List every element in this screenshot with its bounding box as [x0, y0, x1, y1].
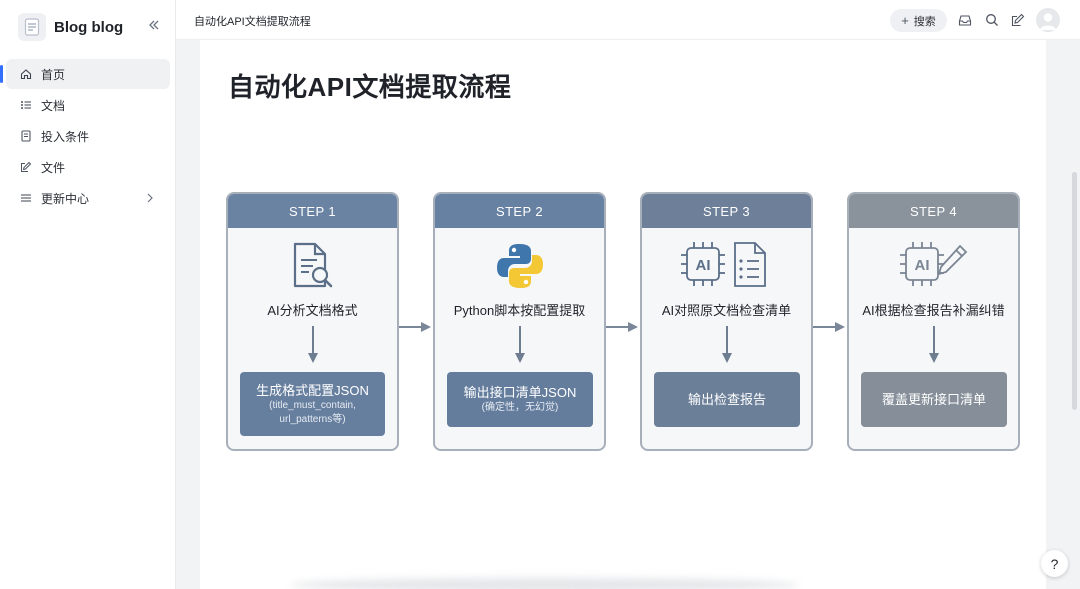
sidebar-item-label: 投入条件	[41, 129, 90, 144]
sidebar-item-conditions[interactable]: 投入条件	[6, 121, 170, 151]
bottom-shadow	[290, 578, 800, 589]
svg-text:AI: AI	[914, 257, 929, 274]
step-output-box: 输出检查报告	[654, 372, 800, 427]
step-card-2: STEP 2 Python脚本按配置提取 输出接口清单JSON (确定性，无幻觉…	[433, 192, 606, 451]
search-icon[interactable]	[985, 13, 999, 27]
help-button[interactable]: ?	[1041, 550, 1068, 577]
step-card-1: STEP 1 AI分析文档格式 生成格式配置JSON (title_must_c…	[226, 192, 399, 451]
step-output-box: 输出接口清单JSON (确定性，无幻觉)	[447, 372, 593, 427]
chevron-right-icon[interactable]	[144, 192, 156, 204]
arrow-right-icon	[399, 322, 431, 332]
brand-name: Blog blog	[54, 18, 124, 36]
list-icon	[20, 99, 32, 111]
step-label: AI分析文档格式	[267, 303, 358, 318]
step-card-3: STEP 3 AI AI对照原文档检查清单 输出检查报告	[640, 192, 813, 451]
avatar[interactable]	[1036, 8, 1060, 32]
menu-icon	[20, 192, 32, 204]
edit-icon[interactable]	[1011, 13, 1025, 27]
doc-title: 自动化API文档提取流程	[194, 16, 311, 28]
document-search-icon	[228, 240, 397, 292]
sidebar-item-label: 首页	[41, 67, 66, 82]
sidebar-nav: 首页 文档 投入条件 文件 更新中心	[0, 59, 170, 214]
sidebar-item-label: 文档	[41, 98, 66, 113]
step-header: STEP 1	[228, 194, 397, 228]
arrow-down-icon	[929, 326, 939, 363]
inbox-icon[interactable]	[958, 13, 972, 27]
sidebar-item-docs[interactable]: 文档	[6, 90, 170, 120]
search-button[interactable]: + 搜索	[890, 9, 947, 32]
search-button-label: 搜索	[913, 15, 936, 28]
edit-icon	[20, 161, 32, 173]
step-output-box: 覆盖更新接口清单	[861, 372, 1007, 427]
step-output-main: 生成格式配置JSON	[256, 382, 369, 398]
step-output-main: 输出接口清单JSON	[463, 385, 577, 400]
ai-chip-and-checklist-icon: AI	[642, 240, 811, 292]
home-icon	[20, 68, 32, 80]
step-label: Python脚本按配置提取	[453, 303, 586, 318]
step-label: AI根据检查报告补漏纠错	[862, 303, 1005, 318]
arrow-down-icon	[515, 326, 525, 363]
page-title: 自动化API文档提取流程	[228, 72, 512, 102]
step-output-box: 生成格式配置JSON (title_must_contain, url_patt…	[240, 372, 385, 436]
sidebar-item-update-center[interactable]: 更新中心	[6, 183, 170, 213]
svg-text:AI: AI	[695, 257, 710, 274]
step-output-sub: (title_must_contain,	[269, 399, 356, 411]
arrow-right-icon	[813, 322, 845, 332]
collapse-sidebar-button[interactable]	[146, 17, 162, 33]
step-output-main: 覆盖更新接口清单	[881, 392, 986, 407]
ai-chip-and-pencil-icon: AI	[849, 240, 1018, 292]
user-avatar-icon	[1040, 13, 1056, 30]
sidebar-item-label: 文件	[41, 160, 66, 175]
step-output-sub: url_patterns等)	[279, 413, 346, 425]
double-chevron-left-icon	[149, 20, 159, 30]
plus-icon: +	[901, 13, 909, 28]
step-output-sub: (确定性，无幻觉)	[481, 402, 559, 413]
arrow-down-icon	[308, 326, 318, 363]
brand-logo-icon	[18, 13, 46, 41]
step-output-main: 输出检查报告	[687, 392, 766, 407]
step-header: STEP 4	[849, 194, 1018, 228]
scrollbar[interactable]	[1072, 172, 1077, 410]
sidebar-item-home[interactable]: 首页	[0, 59, 170, 89]
step-header: STEP 2	[435, 194, 604, 228]
sidebar-item-label: 更新中心	[41, 191, 90, 206]
topbar: 自动化API文档提取流程 + 搜索	[176, 0, 1080, 40]
arrow-right-icon	[606, 322, 638, 332]
step-header: STEP 3	[642, 194, 811, 228]
step-label: AI对照原文档检查清单	[661, 303, 792, 318]
step-card-4: STEP 4 AI AI根据检查报告补漏纠错 覆盖更新接口清单	[847, 192, 1020, 451]
arrow-down-icon	[722, 326, 732, 363]
python-logo	[435, 240, 604, 292]
sidebar: Blog blog 首页 文档 投入条件 文件 更新中心	[0, 0, 176, 589]
document-icon	[20, 130, 32, 142]
sidebar-item-files[interactable]: 文件	[6, 152, 170, 182]
